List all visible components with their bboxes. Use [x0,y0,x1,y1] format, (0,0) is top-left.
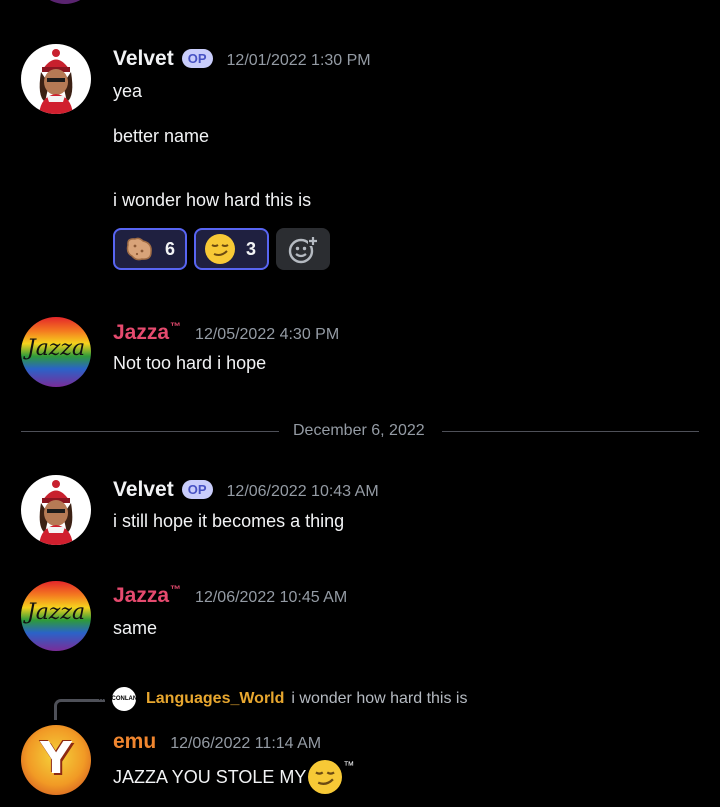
author-name[interactable]: Jazza™ [113,321,181,345]
author-name[interactable]: Velvet [113,478,174,502]
avatar-text: Jazza [26,600,86,625]
previous-message-avatar[interactable] [34,0,96,4]
message-header: Velvet OP 12/01/2022 1:30 PM [113,47,371,71]
author-name[interactable]: Velvet [113,47,174,71]
trademark-suffix: ™ [170,584,182,596]
smirk-emoji-icon [205,234,235,264]
op-badge: OP [181,49,213,68]
velvet-avatar-icon [39,480,73,545]
message-header: emu 12/06/2022 11:14 AM [113,730,321,754]
message-content: JAZZA YOU STOLE MY ™ [113,760,354,794]
potato-emoji-icon [126,237,152,261]
trademark-suffix: ™ [170,321,182,333]
date-divider-line-right [442,431,699,432]
reply-preview[interactable]: THE CONLANGER Languages_World i wonder h… [98,686,467,712]
message-text: better name [113,126,210,146]
message-text: same [113,618,158,638]
message-text: yea [113,81,143,101]
author-name-text: Jazza [113,321,170,344]
message-text: i wonder how hard this is [113,190,312,210]
op-badge: OP [181,480,213,499]
avatar-jazza[interactable]: Jazza [21,581,91,651]
reply-author[interactable]: Languages_World [146,690,284,708]
avatar-velvet[interactable] [21,44,91,114]
reaction-count: 6 [165,238,176,259]
date-divider-line-left [21,431,279,432]
message-text: Not too hard i hope [113,353,267,373]
reaction-count: 3 [246,238,257,259]
avatar-emu[interactable]: Y [21,725,91,795]
avatar-jazza[interactable]: Jazza [21,317,91,387]
author-name[interactable]: Jazza™ [113,584,181,608]
reaction-smirk[interactable]: 3 [194,228,269,270]
message-text: i still hope it becomes a thing [113,511,345,531]
smirk-emoji-icon [308,760,343,794]
velvet-avatar-icon [39,49,73,114]
author-name-text: Jazza [113,584,170,607]
avatar-velvet[interactable] [21,475,91,545]
timestamp[interactable]: 12/05/2022 4:30 PM [195,326,339,344]
message-header: Jazza™ 12/05/2022 4:30 PM [113,321,339,345]
timestamp[interactable]: 12/01/2022 1:30 PM [227,52,371,70]
add-reaction-button[interactable] [276,228,330,270]
trademark-suffix: ™ [343,760,355,772]
message-header: Velvet OP 12/06/2022 10:43 AM [113,478,379,502]
message-header: Jazza™ 12/06/2022 10:45 AM [113,584,347,608]
timestamp[interactable]: 12/06/2022 10:43 AM [227,483,379,501]
avatar-text: Y [40,733,72,784]
reply-text[interactable]: i wonder how hard this is [291,690,467,708]
add-reaction-icon [288,236,318,264]
avatar-text: Jazza [26,336,86,361]
message-text: JAZZA YOU STOLE MY [113,766,307,787]
date-divider: December 6, 2022 [293,422,425,439]
author-name[interactable]: emu [113,730,156,754]
timestamp[interactable]: 12/06/2022 10:45 AM [195,589,347,607]
reply-avatar[interactable]: THE CONLANGER [98,686,150,712]
reaction-potato[interactable]: 6 [113,228,187,270]
timestamp[interactable]: 12/06/2022 11:14 AM [170,735,321,753]
